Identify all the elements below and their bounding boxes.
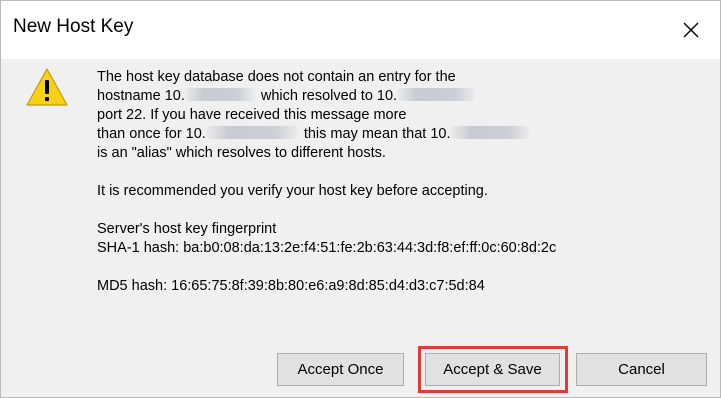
window-title: New Host Key [13, 16, 134, 37]
message-line-alias: than once for 10. this may mean that 10. [97, 125, 707, 144]
md5-fingerprint: MD5 hash: 16:65:75:8f:39:8b:80:e6:a9:8d:… [97, 278, 485, 294]
message-line-hostname: hostname 10. which resolved to 10. [97, 87, 707, 106]
warning-icon [26, 68, 68, 106]
message-text-segment: than once for 10. [97, 126, 206, 142]
recommendation-text: It is recommended you verify your host k… [97, 183, 488, 199]
redacted-ip [184, 88, 255, 102]
fingerprint-heading: Server's host key fingerprint [97, 221, 277, 237]
close-icon [683, 22, 699, 38]
redacted-ip [450, 126, 529, 140]
dialog-body: The host key database does not contain a… [1, 59, 720, 397]
message-text-segment: this may mean that 10. [303, 126, 451, 142]
message-line: port 22. If you have received this messa… [97, 107, 407, 123]
new-host-key-dialog: New Host Key The host key database does … [0, 0, 721, 398]
message-line: The host key database does not contain a… [97, 69, 456, 85]
accept-once-button[interactable]: Accept Once [277, 353, 404, 386]
redacted-ip [205, 126, 298, 140]
accept-and-save-button[interactable]: Accept & Save [425, 353, 560, 386]
sha1-fingerprint: SHA-1 hash: ba:b0:08:da:13:2e:f4:51:fe:2… [97, 240, 557, 256]
message-text: The host key database does not contain a… [97, 68, 707, 296]
message-text-segment: hostname 10. [97, 88, 185, 104]
close-button[interactable] [662, 1, 720, 59]
title-bar: New Host Key [1, 1, 720, 59]
message-line: is an "alias" which resolves to differen… [97, 145, 386, 161]
redacted-ip [397, 88, 476, 102]
message-text-segment: which resolved to 10. [260, 88, 398, 104]
cancel-button[interactable]: Cancel [576, 353, 707, 386]
